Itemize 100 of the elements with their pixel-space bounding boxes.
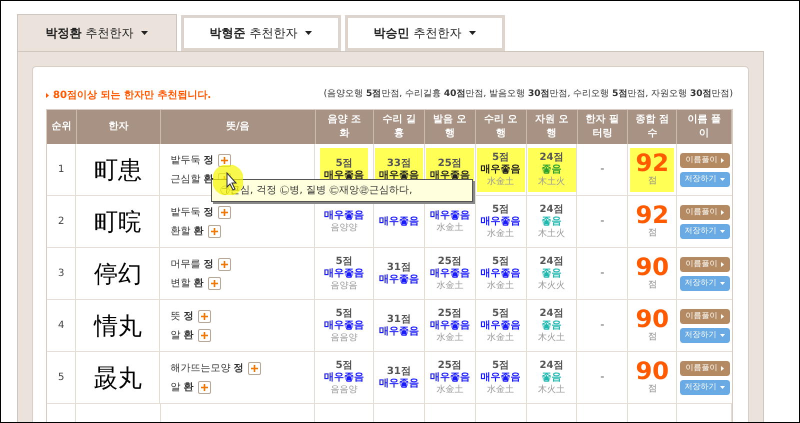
caret-down-icon <box>720 178 725 180</box>
save-button[interactable]: 저장하기 <box>680 328 730 342</box>
rank-cell-text: 2 <box>58 215 64 229</box>
meaning-text: 알 환 <box>170 380 194 394</box>
notice-text: 80점이상 되는 한자만 추천됩니다. <box>53 88 212 102</box>
total-unit: 점 <box>648 330 657 344</box>
score-text: 5점 <box>336 256 353 268</box>
score-text: 24점 <box>540 360 564 372</box>
expand-button[interactable] <box>218 154 231 166</box>
rating-text: 매우좋음 <box>430 320 470 332</box>
caret-down-icon <box>720 386 725 388</box>
score-text: 25점 <box>438 308 462 320</box>
rating-text: 매우좋음 <box>480 216 521 228</box>
rating-text: 매우좋음 <box>430 372 470 384</box>
save-button[interactable]: 저장하기 <box>680 276 730 290</box>
element-text: 水金土 <box>436 384 464 396</box>
plus-icon <box>250 364 258 372</box>
rating-text: 매우좋음 <box>430 170 470 182</box>
rating-text: 매우좋음 <box>324 210 364 222</box>
caret-icon <box>305 31 312 35</box>
expand-button[interactable] <box>198 380 211 394</box>
score-text: 24점 <box>540 204 564 216</box>
element-text: 木火土 <box>538 332 565 344</box>
save-button[interactable]: 저장하기 <box>680 172 730 186</box>
total-value: 90 <box>636 306 669 331</box>
plus-icon <box>220 156 228 164</box>
interpret-button[interactable]: 이름풀이 <box>680 152 730 168</box>
score-text: 24점 <box>540 152 564 164</box>
tab[interactable]: 박승민 추천한자 <box>345 15 505 51</box>
element-text: 水金土 <box>436 222 464 234</box>
score-text: 5점 <box>492 152 510 164</box>
column-header: 종합 점수 <box>634 113 670 141</box>
element-text: 木火火 <box>538 280 565 292</box>
rating-text: 매우좋음 <box>378 216 419 228</box>
rating-text: 매우좋음 <box>430 210 470 222</box>
total-unit: 점 <box>648 174 657 188</box>
score-text: 31점 <box>386 262 411 274</box>
rating-text: 매우좋음 <box>324 320 364 332</box>
element-text: 水金土 <box>487 384 514 396</box>
meaning-text: 밭두둑 정 <box>170 154 214 168</box>
caret-right-icon <box>720 262 724 266</box>
score-text: 25점 <box>438 158 462 170</box>
rating-text: 매우좋음 <box>378 378 419 390</box>
tab-label: 박정환 추천한자 <box>46 25 134 42</box>
score-text: 24점 <box>540 256 564 268</box>
score-text: 25점 <box>438 360 462 372</box>
interpret-button[interactable]: 이름풀이 <box>680 308 730 324</box>
meaning-text: 밭두둑 정 <box>170 206 214 220</box>
expand-button[interactable] <box>218 206 231 218</box>
meaning-text: 환할 환 <box>170 224 204 238</box>
caret-icon <box>469 31 476 35</box>
score-text: 5점 <box>336 360 353 372</box>
filter-cell-text: - <box>600 317 604 334</box>
tab-label: 박형준 추천한자 <box>210 25 298 42</box>
element-text: 水金土 <box>436 332 464 344</box>
filter-cell-text: - <box>600 213 604 230</box>
score-text: 31점 <box>386 366 411 378</box>
caret-right-icon <box>720 366 724 370</box>
rating-text: 매우좋음 <box>378 326 419 338</box>
element-text: 木火土 <box>538 384 565 396</box>
hanja-cell-text: 晸丸 <box>94 362 142 394</box>
tab-label: 박승민 추천한자 <box>374 25 462 42</box>
total-value: 92 <box>636 150 669 175</box>
criteria-text: (음양오행 5점만점, 수리길흉 40점만점, 발음오행 30점만점, 수리오행 5점만점, 자원오행 30점만점) <box>324 88 733 102</box>
rating-text: 좋음 <box>542 320 562 332</box>
caret-right-icon <box>720 314 724 318</box>
column-header: 한자 필터링 <box>584 113 620 141</box>
save-button[interactable]: 저장하기 <box>680 380 730 394</box>
expand-button[interactable] <box>208 276 221 290</box>
element-text: 음양양 <box>330 222 358 234</box>
save-button[interactable]: 저장하기 <box>680 224 730 238</box>
column-header: 한자 <box>108 120 130 134</box>
expand-button[interactable] <box>198 310 211 322</box>
caret-right-icon <box>720 210 724 214</box>
plus-icon <box>210 228 218 234</box>
interpret-button[interactable]: 이름풀이 <box>680 204 730 220</box>
rating-text: 매우좋음 <box>480 320 521 332</box>
caret-down-icon <box>720 334 725 336</box>
tab[interactable]: 박형준 추천한자 <box>181 15 341 51</box>
interpret-button[interactable]: 이름풀이 <box>680 256 730 272</box>
score-text: 5점 <box>336 308 353 320</box>
expand-button[interactable] <box>248 362 261 374</box>
expand-button[interactable] <box>218 258 231 270</box>
column-header: 이름 풀이 <box>686 113 722 141</box>
score-text: 25점 <box>438 256 462 268</box>
rating-text: 매우좋음 <box>480 372 521 384</box>
meaning-text: 변할 환 <box>170 276 204 290</box>
filter-cell-text: - <box>600 161 604 178</box>
expand-button[interactable] <box>198 328 211 342</box>
rating-text: 매우좋음 <box>378 274 419 286</box>
rating-text: 좋음 <box>542 216 562 228</box>
column-header: 음양 조화 <box>326 113 362 141</box>
caret-down-icon <box>720 230 725 232</box>
score-text: 5점 <box>492 204 510 216</box>
rank-cell-text: 4 <box>58 319 64 333</box>
expand-button[interactable] <box>208 224 221 238</box>
caret-down-icon <box>720 282 725 284</box>
element-text: 木土火 <box>538 228 565 240</box>
interpret-button[interactable]: 이름풀이 <box>680 360 730 376</box>
tab[interactable]: 박정환 추천한자 <box>17 14 177 51</box>
